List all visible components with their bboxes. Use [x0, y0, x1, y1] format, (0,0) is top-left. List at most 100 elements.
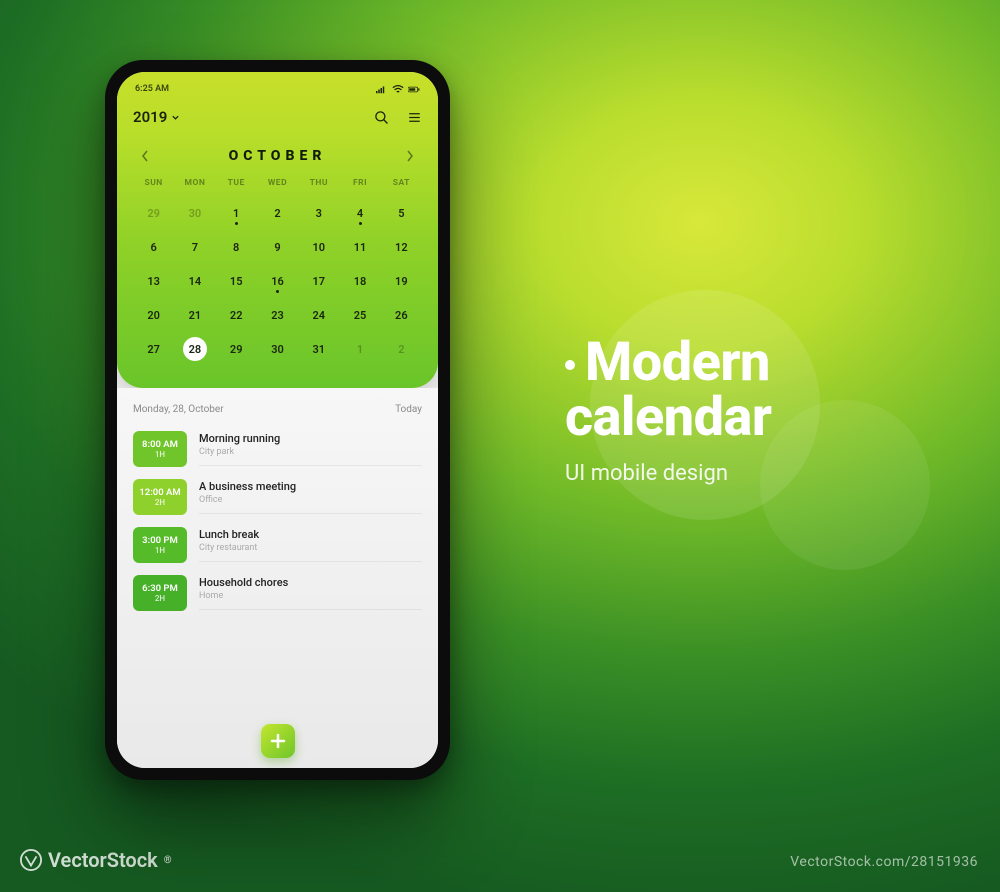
event-info: Household chores Home — [199, 576, 422, 610]
calendar-day[interactable]: 6 — [133, 230, 174, 264]
events-date: Monday, 28, October — [133, 404, 224, 415]
calendar-day[interactable]: 26 — [381, 298, 422, 332]
calendar-day[interactable]: 17 — [298, 264, 339, 298]
phone-frame: 6:25 AM 2019 OCTOBER — [105, 60, 450, 780]
calendar-day[interactable]: 1 — [339, 332, 380, 366]
watermark-id: VectorStock.com/28151936 — [790, 854, 978, 870]
calendar-day[interactable]: 25 — [339, 298, 380, 332]
calendar-day[interactable]: 30 — [257, 332, 298, 366]
event-location: Office — [199, 495, 422, 505]
calendar-week: 20212223242526 — [133, 298, 422, 332]
calendar-day[interactable]: 8 — [216, 230, 257, 264]
dow-label: MON — [174, 178, 215, 196]
calendar-week: 272829303112 — [133, 332, 422, 366]
event-item[interactable]: 3:00 PM 1H Lunch break City restaurant — [133, 521, 422, 569]
watermark-site: VectorStock® — [20, 848, 172, 872]
screen: 6:25 AM 2019 OCTOBER — [117, 72, 438, 768]
event-title: A business meeting — [199, 480, 422, 493]
calendar-day[interactable]: 16 — [257, 264, 298, 298]
promo-block: Modern calendar UI mobile design — [565, 335, 771, 486]
event-time-badge: 12:00 AM 2H — [133, 479, 187, 515]
calendar-day[interactable]: 9 — [257, 230, 298, 264]
dow-label: TUE — [216, 178, 257, 196]
logo-icon — [20, 849, 42, 871]
dow-label: FRI — [339, 178, 380, 196]
chevron-down-icon — [171, 113, 180, 122]
calendar-day[interactable]: 2 — [381, 332, 422, 366]
calendar-day[interactable]: 15 — [216, 264, 257, 298]
dow-label: THU — [298, 178, 339, 196]
calendar-day[interactable]: 29 — [216, 332, 257, 366]
calendar-day[interactable]: 30 — [174, 196, 215, 230]
calendar-day[interactable]: 3 — [298, 196, 339, 230]
status-time: 6:25 AM — [135, 84, 169, 94]
calendar-panel: 6:25 AM 2019 OCTOBER — [117, 72, 438, 388]
next-month-button[interactable] — [406, 150, 414, 162]
calendar-day[interactable]: 7 — [174, 230, 215, 264]
event-item[interactable]: 12:00 AM 2H A business meeting Office — [133, 473, 422, 521]
year-label: 2019 — [133, 108, 167, 126]
calendar-day[interactable]: 11 — [339, 230, 380, 264]
event-item[interactable]: 8:00 AM 1H Morning running City park — [133, 425, 422, 473]
event-duration: 2H — [155, 594, 165, 603]
month-nav: OCTOBER — [133, 140, 422, 178]
signal-icon — [376, 85, 388, 94]
app-bar: 2019 — [133, 104, 422, 140]
calendar-day[interactable]: 28 — [174, 332, 215, 366]
event-time: 8:00 AM — [142, 439, 178, 450]
event-item[interactable]: 6:30 PM 2H Household chores Home — [133, 569, 422, 617]
today-link[interactable]: Today — [395, 404, 422, 415]
plus-icon — [270, 733, 286, 749]
day-of-week-row: SUNMONTUEWEDTHUFRISAT — [133, 178, 422, 196]
decorative-circle — [760, 400, 930, 570]
dow-label: SUN — [133, 178, 174, 196]
event-info: Lunch break City restaurant — [199, 528, 422, 562]
event-time-badge: 3:00 PM 1H — [133, 527, 187, 563]
calendar-day[interactable]: 20 — [133, 298, 174, 332]
dow-label: SAT — [381, 178, 422, 196]
event-duration: 1H — [155, 546, 165, 555]
event-time-badge: 8:00 AM 1H — [133, 431, 187, 467]
prev-month-button[interactable] — [141, 150, 149, 162]
promo-title-line1: Modern — [585, 331, 770, 394]
calendar-week: 6789101112 — [133, 230, 422, 264]
event-title: Morning running — [199, 432, 422, 445]
search-icon[interactable] — [374, 110, 389, 125]
events-panel: Monday, 28, October Today 8:00 AM 1H Mor… — [117, 388, 438, 768]
promo-subtitle: UI mobile design — [565, 461, 771, 486]
event-time: 6:30 PM — [142, 583, 178, 594]
calendar-day[interactable]: 24 — [298, 298, 339, 332]
calendar-day[interactable]: 19 — [381, 264, 422, 298]
calendar-day[interactable]: 23 — [257, 298, 298, 332]
calendar-day[interactable]: 14 — [174, 264, 215, 298]
event-duration: 1H — [155, 450, 165, 459]
event-info: A business meeting Office — [199, 480, 422, 514]
calendar-day[interactable]: 2 — [257, 196, 298, 230]
event-info: Morning running City park — [199, 432, 422, 466]
event-duration: 2H — [155, 498, 165, 507]
calendar-day[interactable]: 5 — [381, 196, 422, 230]
add-event-button[interactable] — [261, 724, 295, 758]
calendar-day[interactable]: 29 — [133, 196, 174, 230]
bullet-icon — [565, 360, 575, 370]
calendar-week: 293012345 — [133, 196, 422, 230]
event-title: Household chores — [199, 576, 422, 589]
calendar-day[interactable]: 1 — [216, 196, 257, 230]
calendar-day[interactable]: 4 — [339, 196, 380, 230]
year-selector[interactable]: 2019 — [133, 108, 180, 126]
dow-label: WED — [257, 178, 298, 196]
event-location: Home — [199, 591, 422, 601]
battery-icon — [408, 85, 420, 94]
calendar-day[interactable]: 12 — [381, 230, 422, 264]
calendar-day[interactable]: 31 — [298, 332, 339, 366]
status-bar: 6:25 AM — [133, 82, 422, 104]
calendar-day[interactable]: 10 — [298, 230, 339, 264]
calendar-day[interactable]: 13 — [133, 264, 174, 298]
event-time: 12:00 AM — [139, 487, 180, 498]
calendar-day[interactable]: 21 — [174, 298, 215, 332]
calendar-day[interactable]: 27 — [133, 332, 174, 366]
menu-icon[interactable] — [407, 110, 422, 125]
calendar-day[interactable]: 22 — [216, 298, 257, 332]
wifi-icon — [392, 85, 404, 94]
calendar-day[interactable]: 18 — [339, 264, 380, 298]
